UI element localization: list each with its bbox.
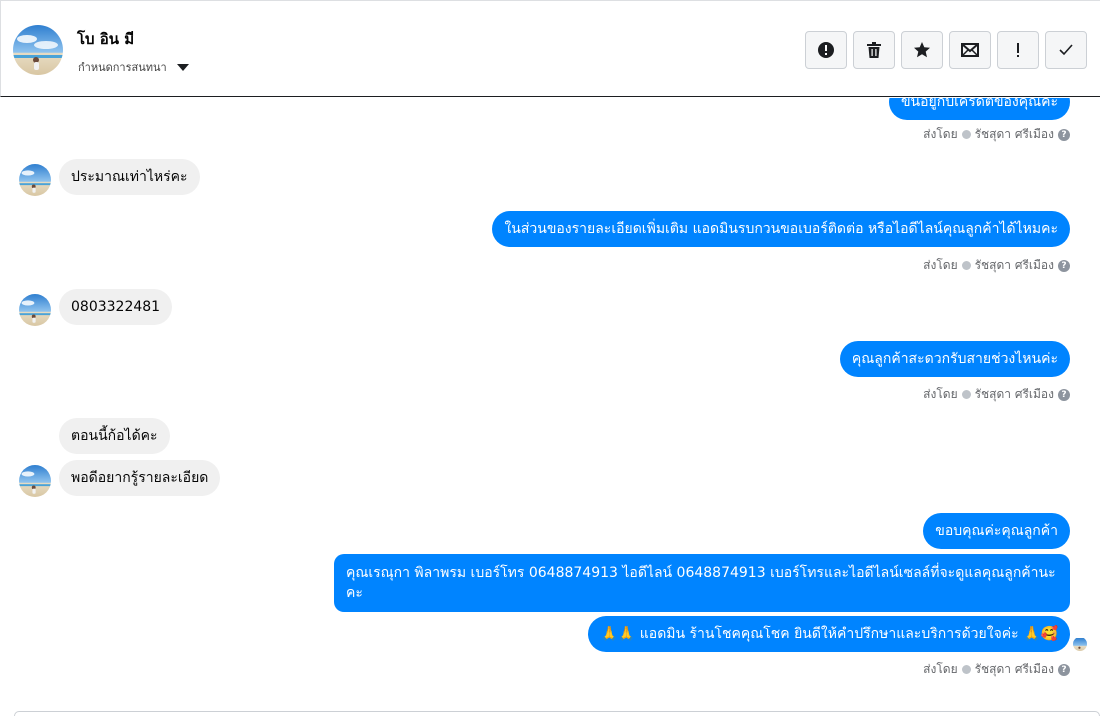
help-icon[interactable]: ? <box>1058 128 1070 141</box>
assign-conversation-dropdown[interactable]: กำหนดการสนทนา <box>78 58 189 76</box>
conversation-toolbar <box>805 31 1087 69</box>
avatar-photo <box>13 25 63 75</box>
reply-composer[interactable] <box>14 711 1100 716</box>
message-outgoing[interactable]: คุณลูกค้าสะดวกรับสายช่วงไหนค่ะ <box>839 341 1070 377</box>
contact-avatar[interactable] <box>13 25 63 75</box>
pray-smile-emoji-icon: 🙏🥰 <box>1023 626 1058 642</box>
message-outgoing[interactable]: ในส่วนของรายละเอียดเพิ่มเติม แอดมินรบกวน… <box>492 211 1070 247</box>
message-outgoing[interactable]: ขึ้นอยู่กับเครดิตของคุณค่ะ <box>888 98 1070 120</box>
mark-spam-button[interactable] <box>805 31 847 69</box>
contact-avatar-small <box>19 465 51 497</box>
avatar-photo <box>19 465 51 497</box>
message-outgoing[interactable]: คุณเรณุกา พิลาพรม เบอร์โทร 0648874913 ไอ… <box>334 554 1070 612</box>
help-icon[interactable]: ? <box>1058 388 1070 401</box>
message-incoming[interactable]: ประมาณเท่าไหร่คะ <box>59 159 200 195</box>
sent-by-label: ส่งโดย รัชสุดา ศรีเมือง ? <box>923 256 1070 275</box>
mark-done-button[interactable] <box>1045 31 1087 69</box>
pray-emoji-icon: 🙏🙏 <box>600 626 636 642</box>
page-badge-icon <box>961 390 971 399</box>
envelope-icon <box>961 43 979 57</box>
message-outgoing[interactable]: ขอบคุณค่ะคุณลูกค้า <box>923 513 1070 549</box>
conversation-header: โบ อิน มี กำหนดการสนทนา <box>0 0 1100 97</box>
page-badge-icon <box>961 130 971 139</box>
caret-down-icon <box>176 63 189 71</box>
follow-up-button[interactable] <box>997 31 1039 69</box>
help-icon[interactable]: ? <box>1058 663 1070 676</box>
trash-icon <box>867 42 881 58</box>
sent-by-agent: รัชสุดา ศรีเมือง <box>974 387 1054 401</box>
seen-indicator-avatar <box>1073 637 1087 651</box>
sent-by-label: ส่งโดย รัชสุดา ศรีเมือง ? <box>923 385 1070 404</box>
message-incoming[interactable]: 0803322481 <box>59 289 173 325</box>
exclamation-icon <box>1017 43 1019 57</box>
avatar-photo <box>19 294 51 326</box>
sent-by-agent: รัชสุดา ศรีเมือง <box>974 662 1054 676</box>
mark-unread-button[interactable] <box>949 31 991 69</box>
sent-by-prefix: ส่งโดย <box>923 662 958 676</box>
page-badge-icon <box>961 665 971 674</box>
contact-name[interactable]: โบ อิน มี <box>77 27 134 51</box>
delete-button[interactable] <box>853 31 895 69</box>
sent-by-label: ส่งโดย รัชสุดา ศรีเมือง ? <box>923 660 1070 679</box>
alert-circle-icon <box>818 42 834 58</box>
help-icon[interactable]: ? <box>1058 259 1070 272</box>
message-text: แอดมิน ร้านโชคคุณโชค ยินดีให้คำปรึกษาและ… <box>639 626 1019 642</box>
sent-by-agent: รัชสุดา ศรีเมือง <box>974 127 1054 141</box>
message-outgoing[interactable]: 🙏🙏 แอดมิน ร้านโชคคุณโชค ยินดีให้คำปรึกษา… <box>588 616 1070 652</box>
star-icon <box>914 42 930 58</box>
page-badge-icon <box>961 261 971 270</box>
message-incoming[interactable]: ตอนนี้ก้อได้คะ <box>59 418 170 454</box>
contact-avatar-small <box>19 294 51 326</box>
avatar-photo <box>1073 638 1087 651</box>
sent-by-agent: รัชสุดา ศรีเมือง <box>974 258 1054 272</box>
avatar-photo <box>19 164 51 196</box>
sent-by-prefix: ส่งโดย <box>923 387 958 401</box>
star-button[interactable] <box>901 31 943 69</box>
sent-by-prefix: ส่งโดย <box>923 127 958 141</box>
checkmark-icon <box>1059 44 1073 56</box>
sent-by-prefix: ส่งโดย <box>923 258 958 272</box>
contact-avatar-small <box>19 164 51 196</box>
message-thread[interactable]: ขึ้นอยู่กับเครดิตของคุณค่ะ ส่งโดย รัชสุด… <box>0 98 1100 716</box>
message-incoming[interactable]: พอดีอยากรู้รายละเอียด <box>59 460 221 496</box>
sent-by-label: ส่งโดย รัชสุดา ศรีเมือง ? <box>923 125 1070 144</box>
assign-label: กำหนดการสนทนา <box>78 61 167 74</box>
